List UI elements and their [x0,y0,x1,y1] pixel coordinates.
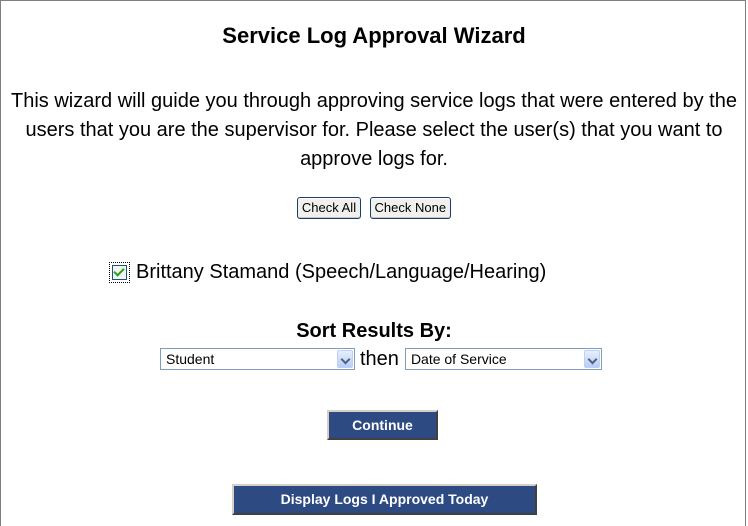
check-buttons-group: Check All Check None [1,197,747,219]
sort-second-select[interactable]: Date of Service [404,348,602,370]
intro-text: This wizard will guide you through appro… [11,90,737,170]
wizard-panel: Service Log Approval Wizard This wizard … [0,0,746,526]
sort-first-value: Student [166,351,215,367]
chevron-down-icon[interactable] [337,350,353,368]
sort-row: Student then Date of Service [160,345,602,373]
chevron-down-icon[interactable] [583,350,600,368]
sort-first-select[interactable]: Student [160,348,355,370]
user-checkbox[interactable] [109,261,130,283]
check-none-button[interactable]: Check None [369,197,452,219]
sort-second-value: Date of Service [410,351,507,367]
page-title: Service Log Approval Wizard [222,23,526,48]
continue-button[interactable]: Continue [327,410,438,440]
user-label: Brittany Stamand (Speech/Language/Hearin… [136,260,547,283]
then-label: then [360,348,399,370]
display-logs-button[interactable]: Display Logs I Approved Today [232,484,537,515]
user-row[interactable]: Brittany Stamand (Speech/Language/Hearin… [109,259,546,285]
sort-label: Sort Results By: [296,320,452,342]
check-all-button[interactable]: Check All [296,197,362,219]
